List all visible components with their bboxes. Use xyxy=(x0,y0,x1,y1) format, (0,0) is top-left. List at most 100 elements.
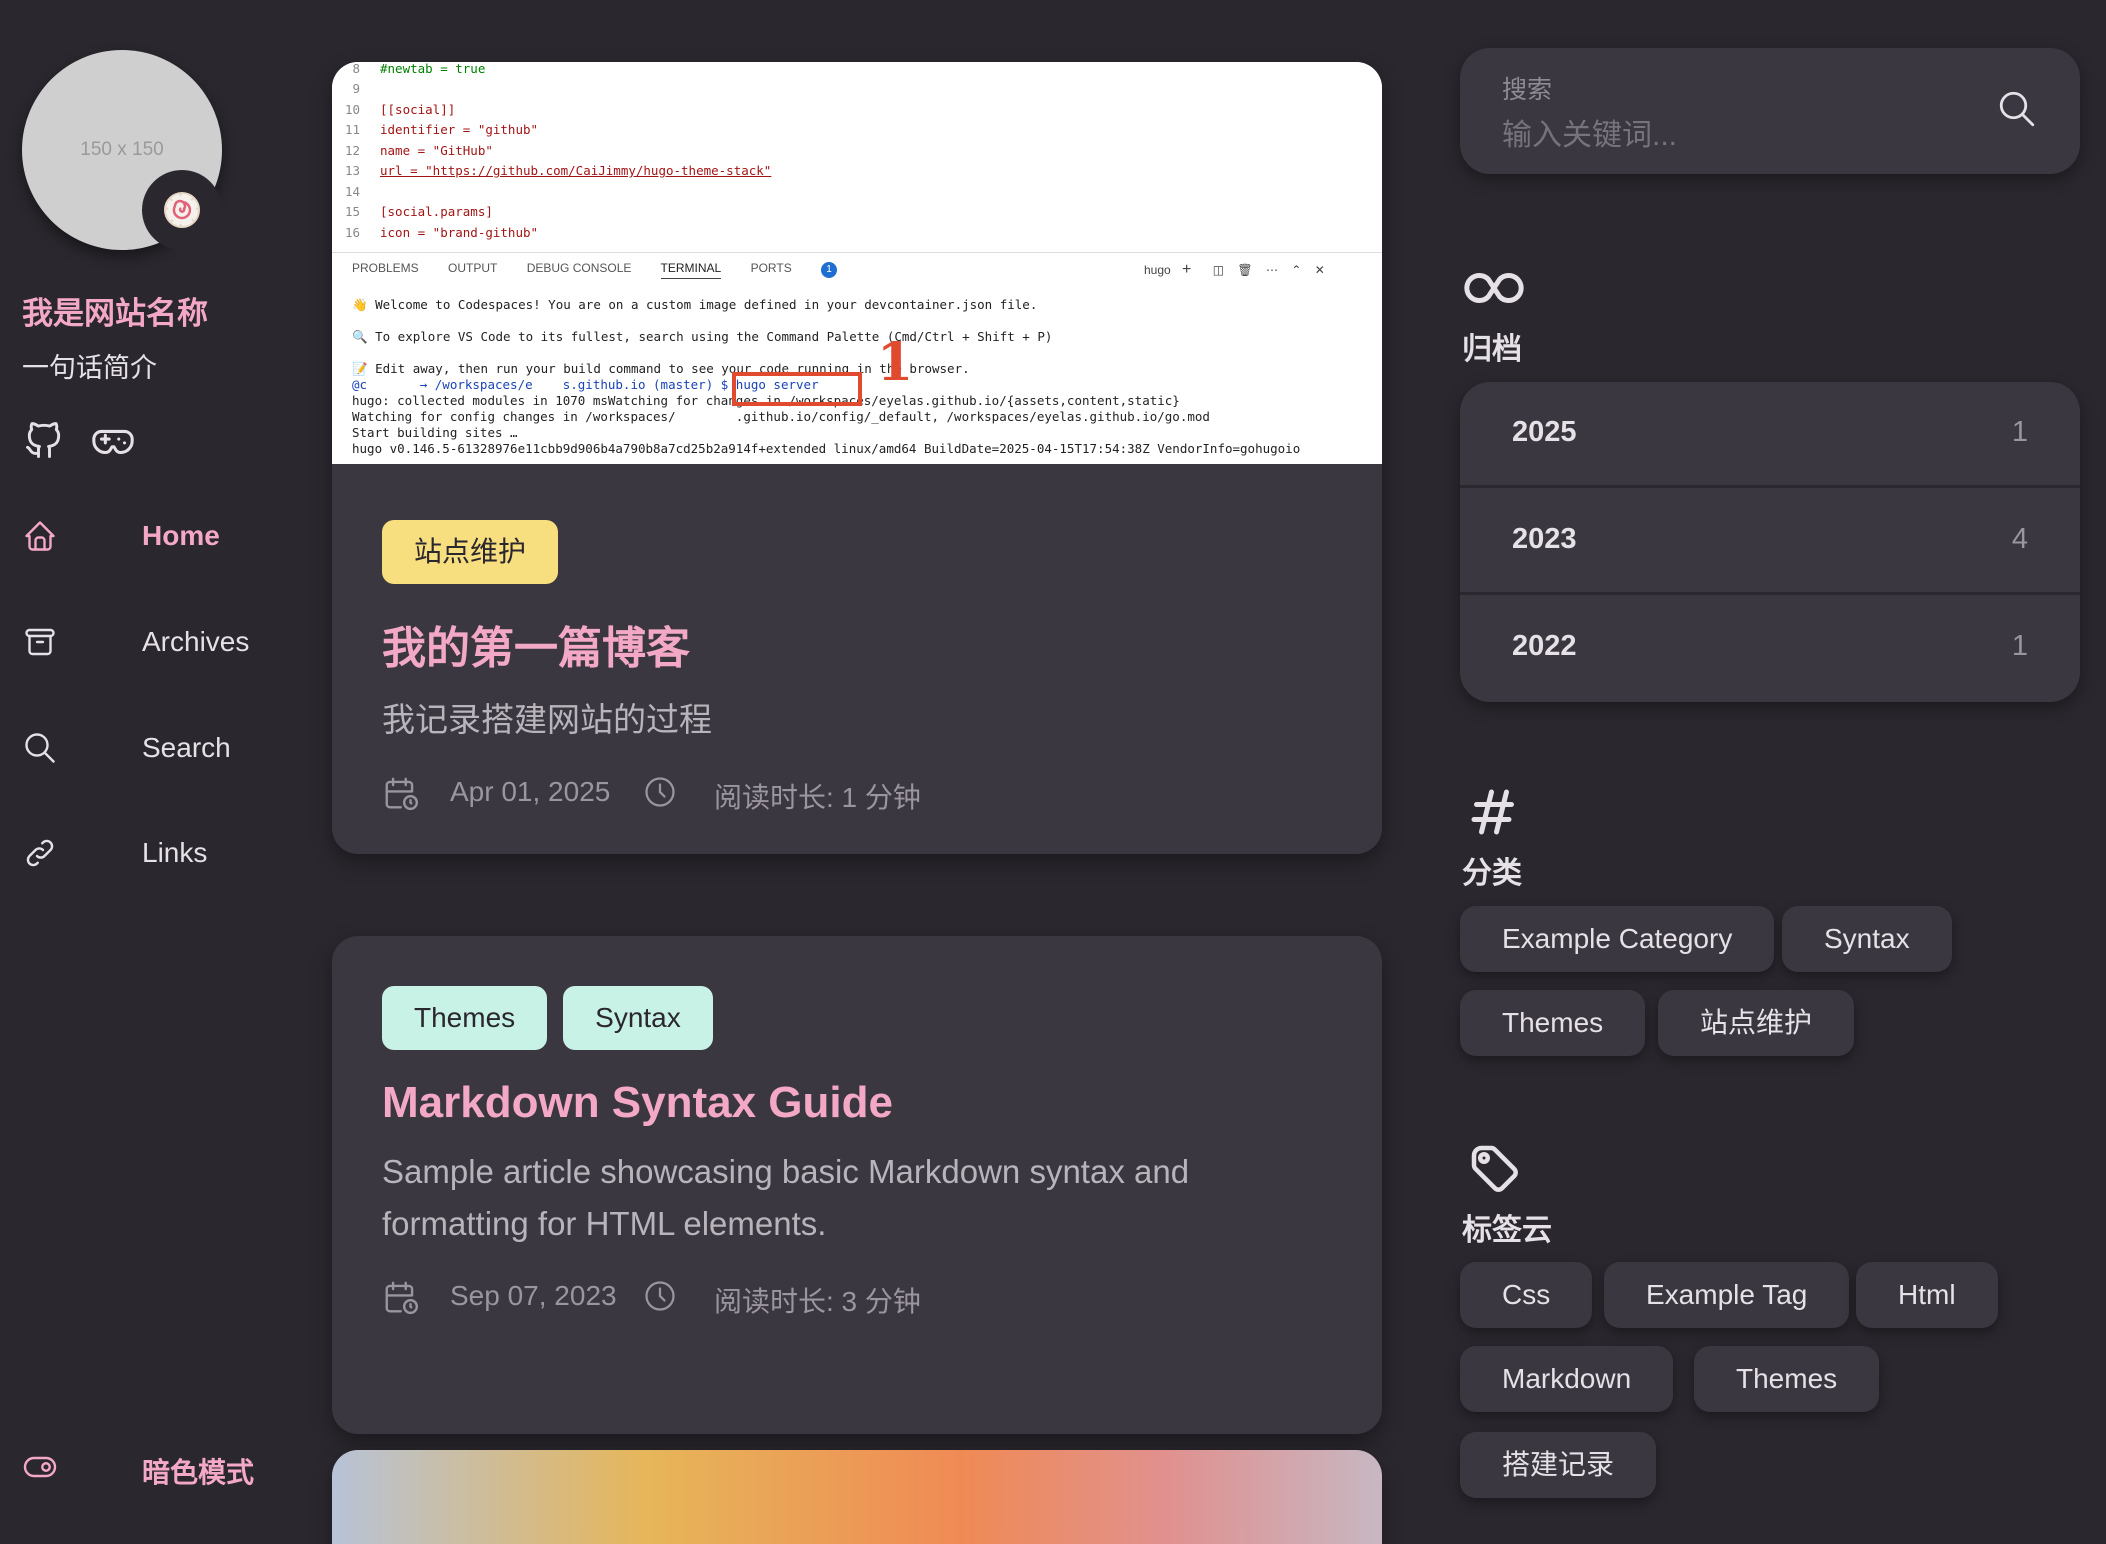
tag-chip[interactable]: Html xyxy=(1856,1262,1998,1328)
tab-problems[interactable]: PROBLEMS xyxy=(352,261,419,275)
post-details: Themes Syntax Markdown Syntax Guide Sampl… xyxy=(382,986,1282,1317)
archive-box-icon xyxy=(25,628,55,656)
nav-home[interactable]: Home xyxy=(22,506,312,566)
tag-icon xyxy=(1471,1145,1518,1192)
archive-count: 1 xyxy=(2011,630,2028,662)
nav-links[interactable]: Links xyxy=(22,823,312,883)
more-icon[interactable]: ⋯ xyxy=(1266,263,1278,277)
annotation-box xyxy=(732,372,862,406)
code-line: 9 xyxy=(352,81,360,96)
code-line: 10 [[social]] xyxy=(344,102,456,117)
search-box[interactable]: 搜索 输入关键词... xyxy=(1460,48,2080,174)
split-icon[interactable]: ◫ xyxy=(1213,263,1224,277)
archive-year-row[interactable]: 2022 1 xyxy=(1460,596,2080,702)
left-sidebar: 150 x 150 我是网站名称 一句话简介 Home Archives Sea… xyxy=(0,0,320,1544)
code-line: 16 icon = "brand-github" xyxy=(344,225,539,240)
search-input[interactable]: 输入关键词... xyxy=(1502,110,1677,154)
game-link[interactable] xyxy=(90,418,136,464)
category-chip[interactable]: Syntax xyxy=(1782,906,1952,972)
post-card[interactable] xyxy=(332,1450,1382,1544)
tag-chip[interactable]: Themes xyxy=(1694,1346,1880,1412)
terminal-line: Start building sites … xyxy=(352,425,518,440)
category-chip[interactable]: 站点维护 xyxy=(1658,990,1855,1056)
post-tags: Themes Syntax xyxy=(382,986,1282,1050)
dark-mode-toggle[interactable]: 暗色模式 xyxy=(22,1437,312,1497)
terminal-panel: PROBLEMS OUTPUT DEBUG CONSOLE TERMINAL P… xyxy=(332,252,1382,464)
category-chip[interactable]: Themes xyxy=(1460,990,1646,1056)
clock-icon xyxy=(645,1281,675,1311)
site-name[interactable]: 我是网站名称 xyxy=(22,288,208,333)
post-card[interactable]: Themes Syntax Markdown Syntax Guide Sampl… xyxy=(332,936,1382,1434)
archive-year: 2023 xyxy=(1512,523,1577,555)
site-description: 一句话简介 xyxy=(22,353,157,383)
link-icon xyxy=(26,839,54,867)
tag-cloud-title: 标签云 xyxy=(1462,1214,1552,1247)
post-details: 站点维护 我的第一篇博客 我记录搭建网站的过程 Apr 01, 2025 阅读时… xyxy=(382,520,1282,813)
post-meta: Apr 01, 2025 阅读时长: 1 分钟 xyxy=(382,772,1282,813)
code-editor: 8 #newtab = true 9 10 [[social]] 11 identif… xyxy=(332,62,1382,252)
post-title[interactable]: Markdown Syntax Guide xyxy=(382,1078,1282,1128)
post-subtitle: 我记录搭建网站的过程 xyxy=(382,701,712,738)
terminal-line: Watching for config changes in /workspac… xyxy=(352,409,1210,424)
post-date: Sep 07, 2023 xyxy=(450,1280,617,1311)
chevron-up-icon[interactable]: ⌃ xyxy=(1291,263,1301,277)
gamepad-icon xyxy=(92,429,134,455)
terminal-line: 👋 Welcome to Codespaces! You are on a cu… xyxy=(352,297,1038,312)
category-chip[interactable]: Example Category xyxy=(1460,906,1775,972)
terminal-line: 🔍 To explore VS Code to its fullest, sea… xyxy=(352,329,1053,344)
tab-debug-console[interactable]: DEBUG CONSOLE xyxy=(527,261,632,275)
search-icon[interactable] xyxy=(1996,88,2038,130)
nav-archives-label: Archives xyxy=(142,626,250,657)
nav-archives[interactable]: Archives xyxy=(22,612,312,672)
archive-year: 2022 xyxy=(1512,630,1577,662)
hashtag-icon xyxy=(1471,789,1514,835)
close-icon[interactable]: ✕ xyxy=(1315,263,1325,277)
code-line: 13 url = "https://github.com/CaiJimmy/hug… xyxy=(344,163,772,178)
post-card[interactable]: 8 #newtab = true 9 10 [[social]] 11 identif… xyxy=(332,62,1382,854)
plus-icon[interactable]: + xyxy=(1182,261,1191,278)
code-line: 15 [social.params] xyxy=(344,204,493,219)
code-line: 14 xyxy=(344,184,360,199)
search-label: 搜索 xyxy=(1502,76,1553,104)
home-icon xyxy=(25,521,55,551)
reading-time: 阅读时长: 1 分钟 xyxy=(714,782,921,813)
search-icon xyxy=(25,733,55,763)
tab-terminal[interactable]: TERMINAL xyxy=(660,261,722,279)
code-line: 12 name = "GitHub" xyxy=(344,143,493,158)
clock-icon xyxy=(645,777,675,807)
archive-count: 4 xyxy=(2011,523,2028,555)
nav-search[interactable]: Search xyxy=(22,718,312,778)
category-tag[interactable]: Themes xyxy=(382,986,548,1050)
tag-chip[interactable]: Css xyxy=(1460,1262,1593,1328)
category-tag[interactable]: Syntax xyxy=(563,986,713,1050)
code-line: 8 #newtab = true xyxy=(352,62,486,76)
post-tags: 站点维护 xyxy=(382,520,1282,584)
avatar-emoji-badge xyxy=(142,170,222,250)
post-title[interactable]: 我的第一篇博客 xyxy=(382,612,1282,676)
tag-chip[interactable]: Markdown xyxy=(1460,1346,1674,1412)
infinity-icon xyxy=(1464,273,1524,303)
narutomaki-icon xyxy=(164,192,200,228)
panel-tabs: PROBLEMS OUTPUT DEBUG CONSOLE TERMINAL P… xyxy=(352,261,889,279)
nav-links-label: Links xyxy=(142,837,208,868)
tab-ports[interactable]: PORTS 1 xyxy=(751,261,863,278)
post-date: Apr 01, 2025 xyxy=(450,776,611,807)
dark-mode-label: 暗色模式 xyxy=(142,1457,255,1488)
tab-output[interactable]: OUTPUT xyxy=(448,261,497,275)
avatar-placeholder-text: 150 x 150 xyxy=(80,139,164,160)
nav-home-label: Home xyxy=(142,520,220,551)
post-cover-image[interactable] xyxy=(332,1450,1382,1544)
terminal-line: hugo v0.146.5-61328976e11cbb9d906b4a790b… xyxy=(352,441,1301,456)
archive-year-row[interactable]: 2023 4 xyxy=(1460,489,2080,595)
toggle-icon xyxy=(23,1456,57,1478)
tag-chip[interactable]: 搭建记录 xyxy=(1460,1432,1657,1498)
archive-year-row[interactable]: 2025 1 xyxy=(1460,382,2080,488)
trash-icon[interactable]: 🗑 xyxy=(1237,263,1252,277)
github-link[interactable] xyxy=(22,418,68,464)
code-line: 11 identifier = "github" xyxy=(344,122,539,137)
tag-chip[interactable]: Example Tag xyxy=(1604,1262,1850,1328)
reading-time: 阅读时长: 3 分钟 xyxy=(714,1286,921,1317)
terminal-name[interactable]: hugo xyxy=(1144,263,1171,277)
category-tag[interactable]: 站点维护 xyxy=(382,520,559,584)
post-cover-image[interactable]: 8 #newtab = true 9 10 [[social]] 11 identif… xyxy=(332,62,1382,464)
